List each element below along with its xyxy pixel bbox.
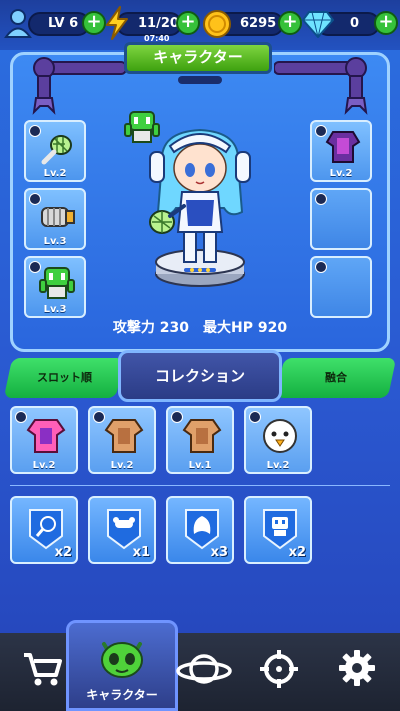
robot-type-icon <box>315 261 327 273</box>
level-text: LV 6 <box>48 16 79 31</box>
collection-item-bone-badge[interactable]: x1 <box>88 496 156 564</box>
planet-icon <box>176 654 232 684</box>
diamond-icon <box>301 10 335 42</box>
item-level: Lv.2 <box>110 460 134 471</box>
item-level: Lv.1 <box>188 460 212 471</box>
nav-character-label: キャラクター <box>86 688 158 702</box>
collection-divider <box>10 485 390 486</box>
character-stats: 攻撃力 230 最大HP 920 <box>112 320 288 336</box>
chick-icon <box>263 419 297 453</box>
shield-badge-icon <box>185 509 219 550</box>
slot-level: Lv.3 <box>43 304 67 315</box>
lightning-icon <box>104 6 130 44</box>
gem-plus-button[interactable]: + <box>374 11 398 35</box>
item-count: x1 <box>132 545 150 560</box>
coin-plus-button[interactable]: + <box>278 11 302 35</box>
equip-slot-right-3[interactable] <box>310 256 372 318</box>
nav-character-icon <box>101 642 143 678</box>
equip-slot-left-1[interactable]: Lv.2 <box>24 120 86 182</box>
panel-title: キャラクター <box>124 42 272 74</box>
collection-item-bronze-armor-2[interactable]: Lv.1 <box>166 406 234 474</box>
collection-item-shield-badge[interactable]: x3 <box>166 496 234 564</box>
pink-armor-icon <box>26 419 66 453</box>
left-robot-arm-icon <box>30 56 127 120</box>
character-figure-icon[interactable] <box>140 122 260 297</box>
energy-text: 11/20 <box>138 16 179 31</box>
level-plus-button[interactable]: + <box>82 11 106 35</box>
purple-armor-icon <box>325 131 361 163</box>
item-level: Lv.2 <box>266 460 290 471</box>
coin-text: 6295 <box>240 16 277 31</box>
collection-item-pink-armor[interactable]: Lv.2 <box>10 406 78 474</box>
racket-badge-icon <box>29 509 63 550</box>
bone-badge-icon <box>107 509 141 550</box>
slot-level: Lv.3 <box>43 236 67 247</box>
item-level: Lv.2 <box>32 460 56 471</box>
title-lights <box>178 76 222 84</box>
slot-level: Lv.2 <box>329 168 353 179</box>
level-pill: LV 6 <box>28 12 90 36</box>
nav-planet-button[interactable] <box>176 643 232 693</box>
item-count: x2 <box>288 545 306 560</box>
equip-slot-right-1[interactable]: Lv.2 <box>310 120 372 182</box>
energy-plus-button[interactable]: + <box>176 11 200 35</box>
nav-target-button[interactable] <box>254 643 304 693</box>
equip-slot-left-3[interactable]: Lv.3 <box>24 256 86 318</box>
green-robot-icon <box>39 267 75 299</box>
crosshair-icon <box>260 650 298 688</box>
collection-item-robot-badge[interactable]: x2 <box>244 496 312 564</box>
item-count: x3 <box>210 545 228 560</box>
coin-icon <box>202 9 232 43</box>
item-count: x2 <box>54 545 72 560</box>
tab-slot-order-label: スロット順 <box>36 371 92 384</box>
collection-item-racket-badge[interactable]: x2 <box>10 496 78 564</box>
equip-slot-left-2[interactable]: Lv.3 <box>24 188 86 250</box>
slot-level: Lv.2 <box>43 168 67 179</box>
tab-collection[interactable]: コレクション <box>118 350 282 402</box>
engine-icon <box>41 207 75 227</box>
cart-icon <box>24 653 62 686</box>
gem-text: 0 <box>350 16 360 31</box>
tab-slot-order[interactable]: スロット順 <box>3 358 125 398</box>
gear-icon <box>339 650 375 686</box>
bronze-armor-icon <box>182 419 222 453</box>
collection-item-chick[interactable]: Lv.2 <box>244 406 312 474</box>
tab-fusion[interactable]: 融合 <box>275 358 397 398</box>
collection-item-bronze-armor-1[interactable]: Lv.2 <box>88 406 156 474</box>
bronze-armor-icon <box>104 419 144 453</box>
racket-icon <box>41 135 72 165</box>
gadget-type-icon <box>315 193 327 205</box>
right-robot-arm-icon <box>273 56 370 120</box>
nav-settings-button[interactable] <box>332 643 382 693</box>
tab-fusion-label: 融合 <box>325 371 347 384</box>
robot-badge-icon <box>263 509 297 550</box>
equip-slot-right-2[interactable] <box>310 188 372 250</box>
nav-shop-button[interactable] <box>18 643 68 693</box>
